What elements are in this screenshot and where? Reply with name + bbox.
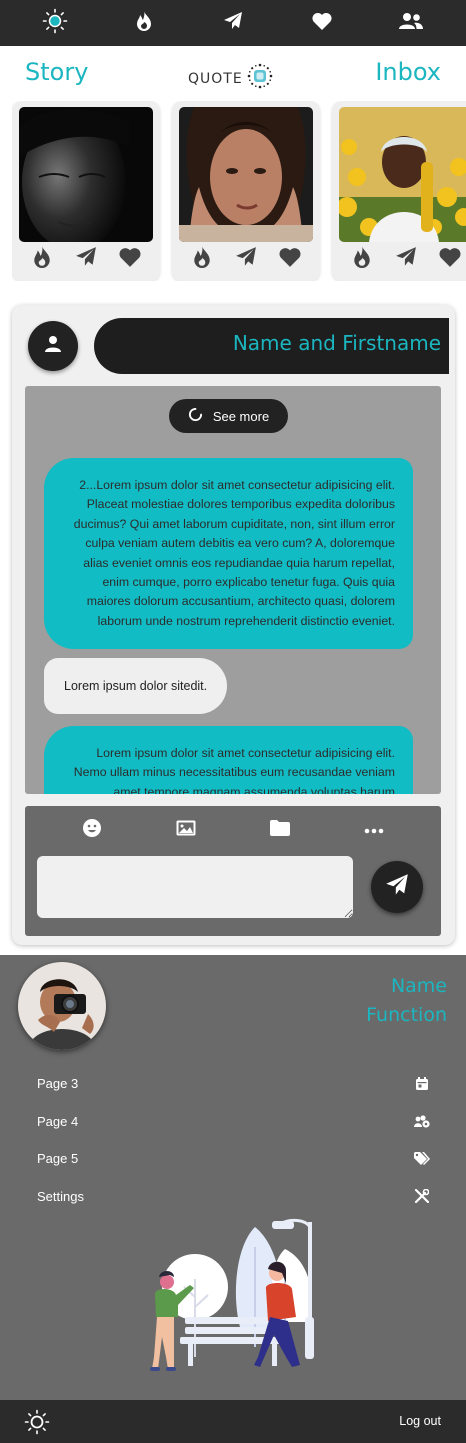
- story-send-button[interactable]: [392, 246, 420, 273]
- sun-logo-icon: [42, 8, 68, 39]
- message-input[interactable]: [37, 856, 353, 918]
- message-bubble-received: Lorem ipsum dolor sitedit.: [44, 658, 228, 714]
- more-dots-icon: [364, 821, 384, 839]
- nav-favorites-button[interactable]: [302, 3, 342, 43]
- side-menu-list: Page 3 Page 4 Page 5 Settings: [37, 1065, 431, 1215]
- story-actions: [332, 245, 466, 273]
- message-list[interactable]: See more 2...Lorem ipsum dolor sit amet …: [25, 386, 441, 794]
- more-options-button[interactable]: [344, 818, 404, 842]
- home-button[interactable]: [24, 1409, 50, 1440]
- menu-item-page-5[interactable]: Page 5: [37, 1140, 431, 1178]
- story-image-bw-man[interactable]: [19, 107, 153, 242]
- message-bubble-sent: Lorem ipsum dolor sit amet consectetur a…: [44, 726, 413, 794]
- contact-avatar[interactable]: [28, 321, 78, 371]
- message-bubble-sent: 2...Lorem ipsum dolor sit amet consectet…: [44, 458, 413, 650]
- send-button[interactable]: [371, 861, 423, 913]
- menu-item-label: Page 3: [37, 1076, 79, 1092]
- image-icon: [176, 820, 196, 841]
- story-send-button[interactable]: [72, 246, 100, 273]
- flame-icon: [353, 245, 371, 273]
- nav-messages-button[interactable]: [213, 3, 253, 43]
- logout-button[interactable]: Log out: [399, 1414, 441, 1428]
- flame-icon: [136, 10, 152, 36]
- heart-icon: [119, 247, 141, 272]
- nav-home-logo[interactable]: [35, 3, 75, 43]
- story-send-button[interactable]: [232, 246, 260, 273]
- user-icon: [44, 335, 62, 358]
- heart-icon: [439, 247, 461, 272]
- contact-name-bar: Name and Firstname: [94, 318, 449, 374]
- story-like-button[interactable]: [436, 247, 464, 271]
- profile-function: Function: [366, 1004, 447, 1026]
- story-image-woman-hands[interactable]: [179, 107, 313, 242]
- message-composer: [25, 806, 441, 936]
- menu-item-label: Page 5: [37, 1151, 79, 1167]
- top-navigation: [0, 0, 466, 46]
- story-like-button[interactable]: [116, 247, 144, 271]
- calendar-icon: [413, 1077, 431, 1091]
- story-actions: [172, 245, 320, 273]
- story-flame-button[interactable]: [188, 245, 216, 273]
- menu-item-label: Page 4: [37, 1113, 79, 1129]
- see-more-button[interactable]: See more: [169, 399, 288, 433]
- story-flame-button[interactable]: [28, 245, 56, 273]
- logo-text: QUOTE: [188, 70, 243, 87]
- park-illustration: [140, 1217, 330, 1392]
- menu-item-page-3[interactable]: Page 3: [37, 1065, 431, 1103]
- folder-icon: [270, 819, 290, 841]
- side-menu: Name Function Page 3 Page 4 Page 5 Setti…: [0, 955, 466, 1400]
- paper-plane-icon: [395, 246, 417, 273]
- story-actions: [12, 245, 160, 273]
- refresh-icon: [188, 407, 203, 425]
- nav-flame-button[interactable]: [124, 3, 164, 43]
- tab-story[interactable]: Story: [25, 58, 88, 86]
- chat-panel: Name and Firstname See more 2...Lorem ip…: [12, 305, 455, 945]
- story-card[interactable]: [12, 101, 160, 281]
- profile-avatar[interactable]: [18, 962, 106, 1050]
- attach-image-button[interactable]: [156, 818, 216, 842]
- users-icon: [399, 12, 424, 35]
- story-flame-button[interactable]: [348, 245, 376, 273]
- emoji-button[interactable]: [62, 818, 122, 842]
- bottom-bar: Log out: [0, 1400, 466, 1443]
- attach-file-button[interactable]: [250, 818, 310, 842]
- contact-name: Name and Firstname: [232, 331, 441, 355]
- tab-inbox[interactable]: Inbox: [375, 58, 441, 86]
- story-card[interactable]: [332, 101, 466, 281]
- menu-item-label: Settings: [37, 1188, 84, 1204]
- tags-icon: [413, 1152, 431, 1166]
- menu-item-page-4[interactable]: Page 4: [37, 1103, 431, 1141]
- story-card[interactable]: [172, 101, 320, 281]
- heart-icon: [312, 12, 332, 35]
- paper-plane-icon: [385, 873, 409, 902]
- paper-plane-icon: [75, 246, 97, 273]
- stories-carousel: [12, 101, 466, 281]
- paper-plane-icon: [235, 246, 257, 273]
- story-image-woman-flowers[interactable]: [339, 107, 466, 242]
- header-row: Story QUOTE Inbox: [0, 58, 466, 94]
- heart-icon: [279, 247, 301, 272]
- sun-logo-icon: [246, 62, 274, 95]
- flame-icon: [33, 245, 51, 273]
- tools-icon: [413, 1189, 431, 1204]
- composer-toolbar: [25, 818, 441, 842]
- menu-item-settings[interactable]: Settings: [37, 1178, 431, 1216]
- nav-friends-button[interactable]: [391, 3, 431, 43]
- profile-name: Name: [390, 975, 447, 997]
- story-like-button[interactable]: [276, 247, 304, 271]
- smiley-icon: [82, 818, 102, 843]
- flame-icon: [193, 245, 211, 273]
- sun-logo-icon: [24, 1409, 50, 1439]
- paper-plane-icon: [223, 11, 243, 36]
- quote-logo: QUOTE: [188, 62, 274, 95]
- users-cog-icon: [413, 1115, 431, 1128]
- see-more-label: See more: [212, 408, 270, 424]
